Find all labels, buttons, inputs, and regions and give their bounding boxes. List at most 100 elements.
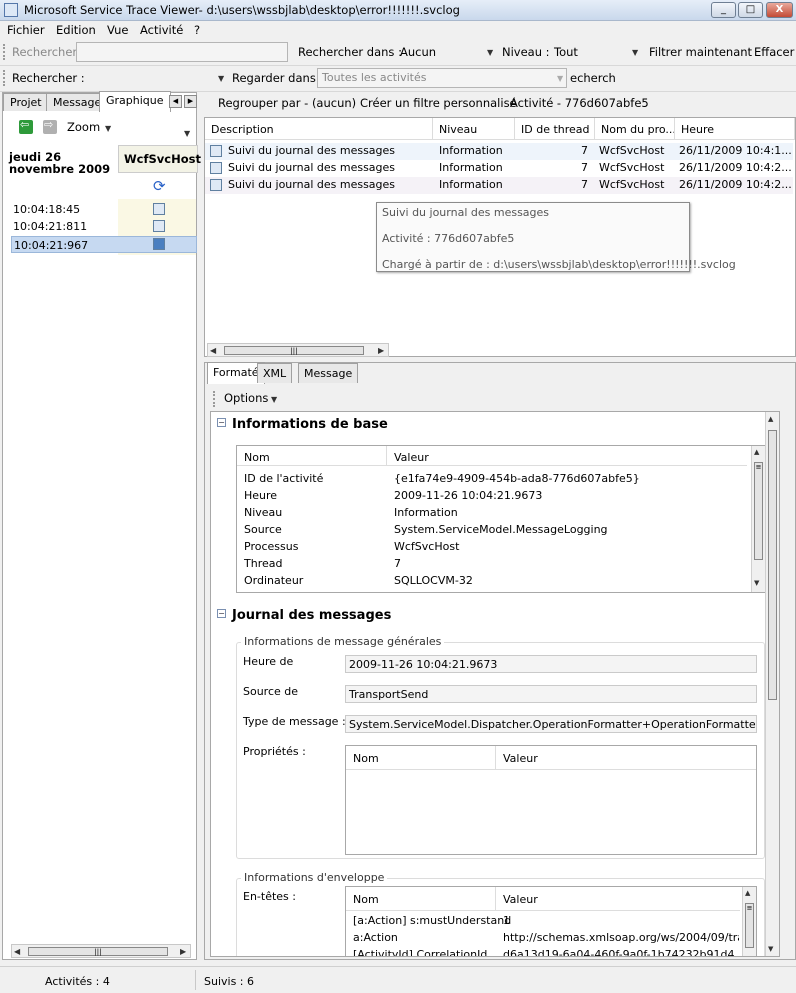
toolbar-grip xyxy=(213,391,216,407)
basic-info-title: Informations de base xyxy=(232,417,388,432)
column-header-process[interactable]: Nom du pro... xyxy=(595,118,675,140)
message-event-icon[interactable] xyxy=(153,220,165,232)
tab-projet[interactable]: Projet xyxy=(3,93,49,111)
message-trace-icon xyxy=(210,179,222,191)
chevron-down-icon[interactable]: ▼ xyxy=(487,48,493,57)
header-value: http://schemas.xmlsoap.org/ws/2004/09/tr… xyxy=(503,931,739,944)
group-bar: Regrouper par - (aucun) Créer un filtre … xyxy=(205,92,795,115)
menu-fichier[interactable]: Fichier xyxy=(7,23,45,37)
search-in-dropdown[interactable]: Aucun xyxy=(400,45,436,59)
message-trace-icon xyxy=(210,162,222,174)
filter-now-button[interactable]: Filtrer maintenant xyxy=(649,45,752,59)
search-input[interactable] xyxy=(76,42,288,62)
cell-thread: 7 xyxy=(581,178,588,191)
custom-filter-button[interactable]: Créer un filtre personnalisé xyxy=(360,96,517,110)
scroll-right-icon[interactable]: ▶ xyxy=(378,346,384,355)
scroll-thumb[interactable]: ≡ xyxy=(745,903,754,948)
scroll-down-icon[interactable]: ▼ xyxy=(768,945,773,953)
cell-process: WcfSvcHost xyxy=(599,161,665,174)
scroll-thumb[interactable] xyxy=(768,430,777,700)
tab-formate[interactable]: Formaté xyxy=(207,362,265,384)
header-value: d6a13d19-6a04-460f-9a0f-1b74232b91d4 xyxy=(503,948,735,957)
basic-info-value: System.ServiceModel.MessageLogging xyxy=(394,523,608,536)
group-by-button[interactable]: Regrouper par - (aucun) xyxy=(218,96,356,110)
zoom-dropdown[interactable]: Zoom xyxy=(67,120,100,134)
message-source-field[interactable]: TransportSend xyxy=(345,685,757,703)
basic-info-scrollbar[interactable]: ▲ ≡ ▼ xyxy=(751,446,765,592)
message-event-icon[interactable] xyxy=(153,203,165,215)
back-arrow-icon[interactable] xyxy=(19,118,33,134)
chevron-down-icon[interactable]: ▼ xyxy=(632,48,638,57)
basic-info-value: SQLLOCVM-32 xyxy=(394,574,473,587)
clear-button[interactable]: Effacer xyxy=(754,45,794,59)
message-type-field[interactable]: System.ServiceModel.Dispatcher.Operation… xyxy=(345,715,757,733)
time-row[interactable]: 10:04:18:45 xyxy=(11,201,197,218)
headers-table: Nom Valeur [a:Action] s:mustUnderstand 1… xyxy=(345,886,757,957)
scroll-down-icon[interactable]: ▼ xyxy=(754,579,759,587)
column-header-value: Valeur xyxy=(496,887,740,911)
left-horizontal-scrollbar[interactable]: ◀ ||| ▶ xyxy=(11,944,191,958)
tooltip-source: Chargé à partir de : d:\users\wssbjlab\d… xyxy=(382,258,736,271)
cell-description: Suivi du journal des messages xyxy=(228,144,396,157)
tab-scroll-right-icon[interactable]: ▶ xyxy=(184,95,197,108)
menu-help[interactable]: ? xyxy=(194,23,200,37)
scroll-left-icon[interactable]: ◀ xyxy=(14,947,20,956)
message-log-title: Journal des messages xyxy=(232,608,392,623)
message-time-field[interactable]: 2009-11-26 10:04:21.9673 xyxy=(345,655,757,673)
options-dropdown[interactable]: Options xyxy=(224,391,268,405)
content-scrollbar[interactable]: ▲ ▼ xyxy=(765,412,779,956)
basic-info-value: 7 xyxy=(394,557,401,570)
chevron-down-icon[interactable]: ▼ xyxy=(105,124,111,133)
scroll-up-icon[interactable]: ▲ xyxy=(754,448,759,456)
chevron-down-icon[interactable]: ▼ xyxy=(218,74,224,83)
search-label: Rechercher xyxy=(12,45,78,59)
message-event-icon[interactable] xyxy=(153,238,165,250)
find-button[interactable]: echerch xyxy=(570,71,616,85)
app-icon xyxy=(4,3,18,17)
basic-info-key: Niveau xyxy=(244,506,283,519)
basic-info-value: 2009-11-26 10:04:21.9673 xyxy=(394,489,543,502)
column-header-level[interactable]: Niveau xyxy=(433,118,515,140)
tab-graphique[interactable]: Graphique xyxy=(99,91,171,112)
basic-info-value: {e1fa74e9-4909-454b-ada8-776d607abfe5} xyxy=(394,472,640,485)
tab-scroll-left-icon[interactable]: ◀ xyxy=(169,95,182,108)
host-column-header[interactable]: WcfSvcHost xyxy=(118,145,201,173)
headers-scrollbar[interactable]: ▲ ≡ xyxy=(742,887,756,956)
look-in-dropdown[interactable]: Toutes les activités xyxy=(317,68,567,88)
forward-arrow-icon[interactable] xyxy=(43,118,57,134)
general-info-title: Informations de message générales xyxy=(241,635,445,648)
maximize-button[interactable]: □ xyxy=(738,2,763,18)
time-row-selected[interactable]: 10:04:21:967 xyxy=(11,236,197,253)
column-header-description[interactable]: Description xyxy=(205,118,433,140)
scroll-thumb[interactable]: ≡ xyxy=(754,462,763,560)
collapse-icon[interactable]: − xyxy=(217,418,226,427)
column-header-name: Nom xyxy=(237,446,387,466)
menu-activite[interactable]: Activité xyxy=(140,23,183,37)
close-button[interactable]: X xyxy=(766,2,793,18)
scroll-thumb[interactable]: ||| xyxy=(224,346,364,355)
cell-time: 26/11/2009 10:4:1... xyxy=(679,144,792,157)
collapse-icon[interactable]: − xyxy=(217,609,226,618)
grid-horizontal-scrollbar[interactable]: ◀ ||| ▶ xyxy=(207,343,389,357)
chevron-down-icon[interactable]: ▼ xyxy=(271,395,277,404)
scroll-up-icon[interactable]: ▲ xyxy=(745,889,750,897)
refresh-icon[interactable]: ⟳ xyxy=(153,177,166,195)
column-header-thread[interactable]: ID de thread xyxy=(515,118,595,140)
chevron-down-icon[interactable]: ▼ xyxy=(184,129,190,138)
time-row[interactable]: 10:04:21:811 xyxy=(11,218,197,235)
toolbar-grip xyxy=(3,70,6,86)
scroll-thumb[interactable]: ||| xyxy=(28,947,168,956)
tab-xml[interactable]: XML xyxy=(257,363,293,383)
minimize-button[interactable]: _ xyxy=(711,2,736,18)
detail-panel: Formaté XML Message Options ▼ − Informat… xyxy=(204,362,796,960)
status-separator xyxy=(195,970,196,990)
menu-vue[interactable]: Vue xyxy=(107,23,128,37)
tab-detail-message[interactable]: Message xyxy=(298,363,359,383)
formatted-content: − Informations de base Nom Valeur ID de … xyxy=(210,411,780,957)
scroll-up-icon[interactable]: ▲ xyxy=(768,415,773,423)
menu-edition[interactable]: Edition xyxy=(56,23,96,37)
level-dropdown[interactable]: Tout xyxy=(554,45,578,59)
scroll-right-icon[interactable]: ▶ xyxy=(180,947,186,956)
column-header-time[interactable]: Heure xyxy=(675,118,795,140)
scroll-left-icon[interactable]: ◀ xyxy=(210,346,216,355)
